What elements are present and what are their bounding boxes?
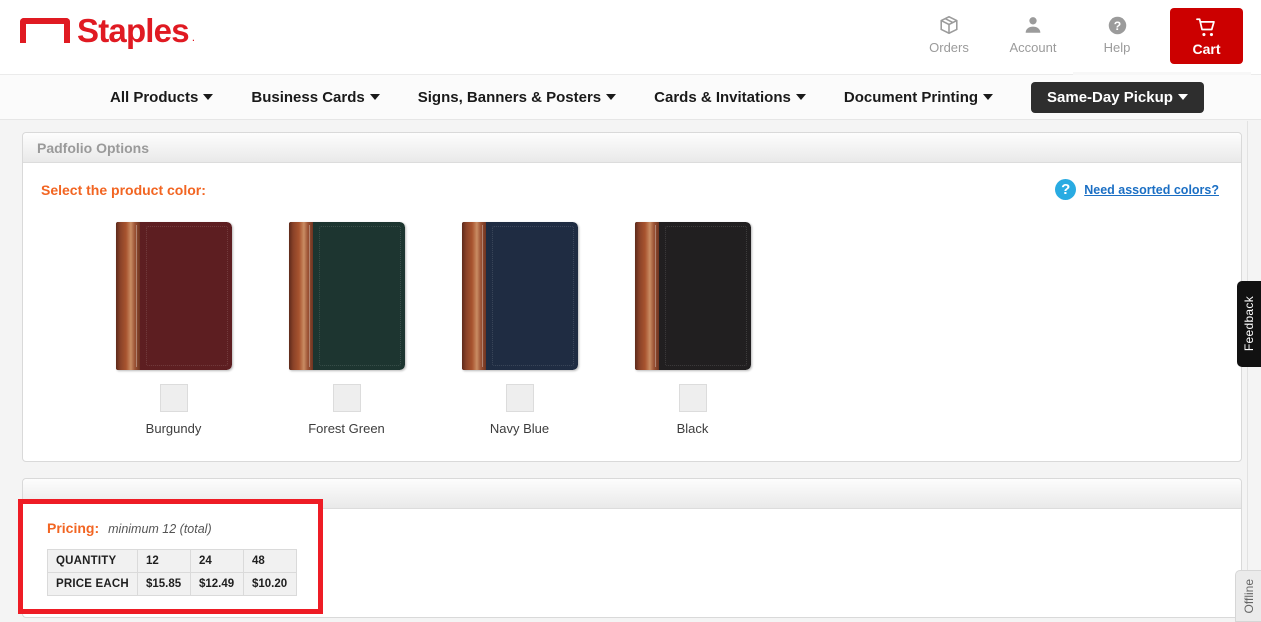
shopping-cart-icon [1194, 16, 1219, 40]
color-checkbox[interactable] [159, 384, 188, 412]
color-checkbox[interactable] [505, 384, 534, 412]
nav-label: Document Printing [843, 88, 979, 106]
color-section-row: Select the product color: ? Need assorte… [41, 179, 1223, 200]
price-cell: $12.49 [189, 572, 244, 596]
padfolio-spine [634, 222, 659, 370]
chevron-down-icon [983, 93, 994, 100]
pricing-table: QUANTITY 12 24 48 PRICE EACH $15.85 $12.… [47, 549, 297, 596]
color-checkbox[interactable] [332, 384, 361, 412]
offline-label: Offline [1241, 578, 1256, 614]
padfolio-spine [288, 222, 313, 370]
nav-item-document-printing[interactable]: Document Printing [843, 88, 994, 106]
account-label: Account [1009, 40, 1057, 55]
chevron-down-icon [606, 93, 617, 100]
package-icon [938, 13, 960, 37]
primary-nav: All Products Business Cards Signs, Banne… [0, 75, 1261, 120]
help-label: Help [1103, 40, 1131, 55]
pricing-highlight-box: Pricing: minimum 12 (total) QUANTITY 12 … [18, 499, 323, 614]
brand-name: Staples [77, 12, 190, 49]
color-option-black[interactable]: Black [606, 222, 779, 436]
select-color-label: Select the product color: [41, 181, 206, 198]
row-header: PRICE EACH [47, 572, 138, 596]
question-circle-icon: ? [1107, 13, 1128, 37]
padfolio-thumbnail [461, 222, 578, 370]
color-option-navy-blue[interactable]: Navy Blue [433, 222, 606, 436]
question-mark-badge-icon: ? [1055, 179, 1077, 200]
cart-label: Cart [1192, 40, 1221, 57]
padfolio-thumbnail [634, 222, 751, 370]
padfolio-stitching [318, 226, 401, 366]
color-option-forest-green[interactable]: Forest Green [260, 222, 433, 436]
nav-items: All Products Business Cards Signs, Banne… [110, 81, 1204, 113]
row-header: QUANTITY [47, 549, 138, 573]
orders-label: Orders [929, 40, 969, 55]
panel-body: Select the product color: ? Need assorte… [23, 163, 1241, 436]
nav-item-business-cards[interactable]: Business Cards [251, 88, 380, 106]
padfolio-spine [115, 222, 140, 370]
price-cell: $10.20 [242, 572, 297, 596]
chat-offline-tab[interactable]: Offline [1235, 570, 1261, 622]
nav-label: Signs, Banners & Posters [417, 88, 602, 106]
help-button[interactable]: ? Help [1086, 8, 1148, 55]
chevron-down-icon [369, 93, 380, 100]
nav-label: Business Cards [251, 88, 365, 106]
svg-text:?: ? [1113, 18, 1120, 32]
feedback-tab[interactable]: Feedback [1237, 281, 1261, 367]
scrollbar-gutter[interactable] [1247, 121, 1261, 622]
nav-item-same-day-pickup[interactable]: Same-Day Pickup [1031, 81, 1204, 113]
color-swatch-row: Burgundy Forest Green Navy Blue Black [41, 222, 1223, 436]
chevron-down-icon [203, 93, 214, 100]
brand-trademark: . [191, 30, 196, 44]
staples-logo[interactable]: Staples . [20, 14, 195, 47]
padfolio-thumbnail [288, 222, 405, 370]
padfolio-stitching [491, 226, 574, 366]
quantity-cell: 24 [189, 549, 244, 573]
color-name: Navy Blue [489, 421, 550, 436]
nav-item-cards-invitations[interactable]: Cards & Invitations [654, 89, 806, 106]
page-content: Padfolio Options Select the product colo… [0, 121, 1247, 622]
panel-header: Padfolio Options [23, 133, 1241, 163]
pricing-label: Pricing: [47, 520, 100, 536]
nav-label: All Products [110, 88, 199, 106]
nav-item-all-products[interactable]: All Products [110, 88, 214, 106]
color-name: Forest Green [308, 421, 385, 436]
table-row: PRICE EACH $15.85 $12.49 $10.20 [47, 572, 297, 596]
person-icon [1022, 13, 1044, 37]
header-actions: Orders Account ? Help Cart [918, 8, 1243, 64]
price-cell: $15.85 [136, 572, 191, 596]
quantity-cell: 12 [136, 549, 191, 573]
assorted-colors-help[interactable]: ? Need assorted colors? [1055, 179, 1219, 200]
assorted-colors-link: Need assorted colors? [1084, 182, 1219, 197]
padfolio-stitching [664, 226, 747, 366]
nav-label: Same-Day Pickup [1047, 88, 1173, 106]
padfolio-thumbnail [115, 222, 232, 370]
orders-button[interactable]: Orders [918, 8, 980, 55]
table-row: QUANTITY 12 24 48 [47, 549, 297, 573]
color-name: Burgundy [145, 421, 202, 436]
color-option-burgundy[interactable]: Burgundy [87, 222, 260, 436]
padfolio-options-panel: Padfolio Options Select the product colo… [22, 132, 1242, 462]
pricing-heading: Pricing: minimum 12 (total) [47, 520, 318, 536]
page-title: Padfolio Options [37, 139, 149, 156]
padfolio-stitching [145, 226, 228, 366]
color-name: Black [676, 421, 709, 436]
feedback-label: Feedback [1242, 296, 1256, 352]
chevron-down-icon [795, 93, 806, 100]
account-button[interactable]: Account [1002, 8, 1064, 55]
pricing-minimum-note: minimum 12 (total) [108, 522, 212, 536]
quantity-cell: 48 [242, 549, 297, 573]
site-header: Staples . Orders Account ? Help Cart [0, 0, 1261, 75]
nav-item-signs-banners-posters[interactable]: Signs, Banners & Posters [417, 88, 617, 106]
chevron-down-icon [1177, 93, 1188, 100]
cart-button[interactable]: Cart [1170, 8, 1243, 64]
padfolio-spine [461, 222, 486, 370]
color-checkbox[interactable] [678, 384, 707, 412]
nav-label: Cards & Invitations [654, 88, 791, 106]
staple-icon [20, 18, 70, 43]
